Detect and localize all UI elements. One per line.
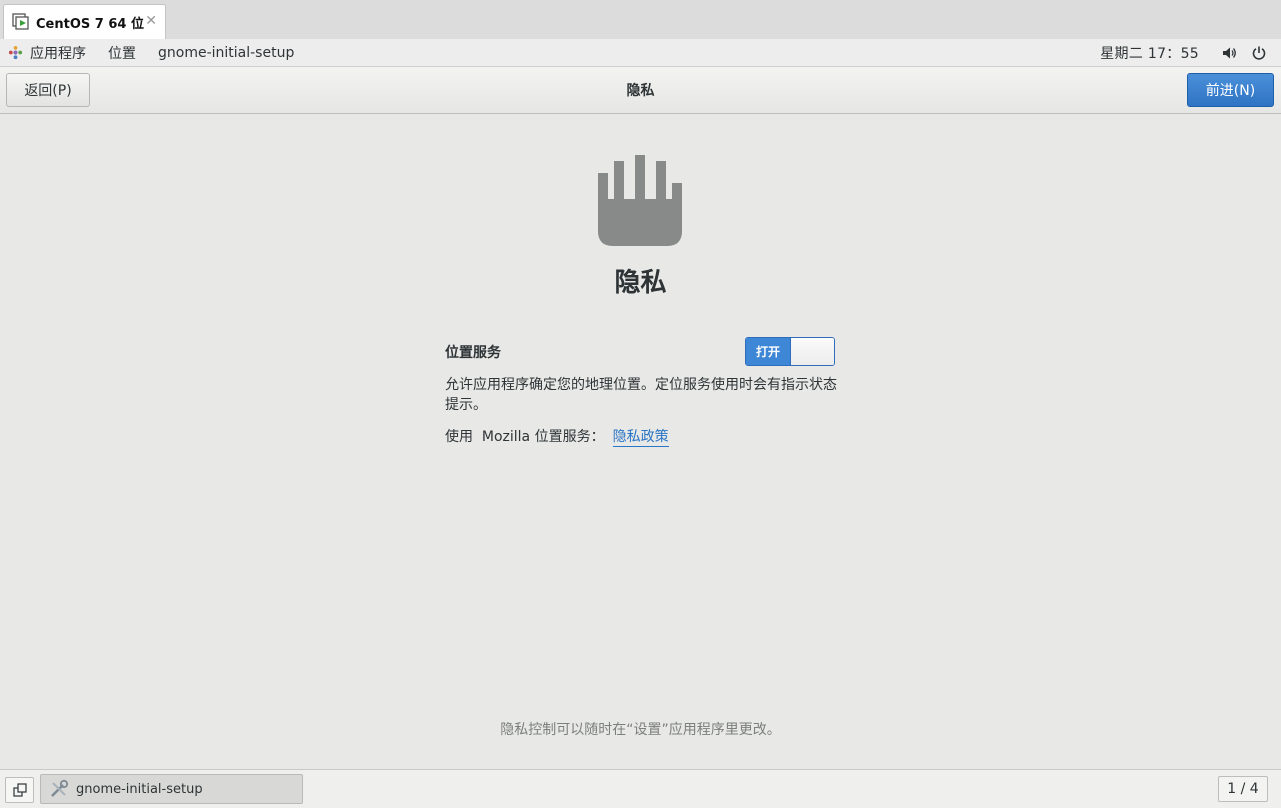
gnome-foot-icon <box>8 45 23 60</box>
vm-tab[interactable]: CentOS 7 64 位 ✕ <box>3 4 166 39</box>
show-desktop-icon <box>12 783 27 797</box>
mozilla-location-line: 使用 Mozilla 位置服务： 隐私政策 <box>445 426 669 447</box>
vm-icon <box>12 13 29 30</box>
toggle-state-label: 打开 <box>746 338 790 365</box>
privacy-policy-link[interactable]: 隐私政策 <box>612 426 669 447</box>
places-menu-label: 位置 <box>108 45 136 62</box>
show-desktop-button[interactable] <box>5 777 34 803</box>
applications-menu-label: 应用程序 <box>30 45 86 62</box>
taskbar: gnome-initial-setup 1 / 4 <box>0 769 1281 808</box>
workspace-indicator[interactable]: 1 / 4 <box>1218 776 1268 802</box>
header-bar: 返回(P) 隐私 前进(N) <box>0 67 1281 114</box>
mozilla-location-text: 使用 Mozilla 位置服务： <box>445 429 605 445</box>
hand-stop-icon <box>598 155 682 246</box>
location-services-label: 位置服务 <box>445 345 501 361</box>
vm-tab-bar: CentOS 7 64 位 ✕ <box>0 0 1281 39</box>
applications-menu[interactable]: 应用程序 <box>0 39 97 66</box>
tools-icon <box>51 779 69 797</box>
footer-note: 隐私控制可以随时在“设置”应用程序里更改。 <box>500 722 781 738</box>
places-menu[interactable]: 位置 <box>97 39 147 66</box>
task-button-label: gnome-initial-setup <box>76 781 203 797</box>
volume-icon[interactable] <box>1221 45 1237 61</box>
vm-tab-title: CentOS 7 64 位 <box>36 16 144 32</box>
location-services-description: 允许应用程序确定您的地理位置。定位服务使用时会有指示状态提示。 <box>445 377 837 413</box>
power-icon[interactable] <box>1251 45 1267 61</box>
clock[interactable]: 星期二 17：55 <box>1100 43 1199 63</box>
header-title: 隐私 <box>626 83 655 99</box>
top-panel: 应用程序 位置 gnome-initial-setup 星期二 17：55 <box>0 39 1281 67</box>
page-heading: 隐私 <box>614 268 667 298</box>
task-button-gnome-initial-setup[interactable]: gnome-initial-setup <box>40 774 303 804</box>
app-menu-label: gnome-initial-setup <box>158 44 295 61</box>
location-services-toggle[interactable]: 打开 <box>745 337 835 366</box>
next-button[interactable]: 前进(N) <box>1187 73 1274 107</box>
app-menu[interactable]: gnome-initial-setup <box>147 39 305 66</box>
close-icon[interactable]: ✕ <box>145 13 157 29</box>
toggle-knob <box>790 338 834 365</box>
